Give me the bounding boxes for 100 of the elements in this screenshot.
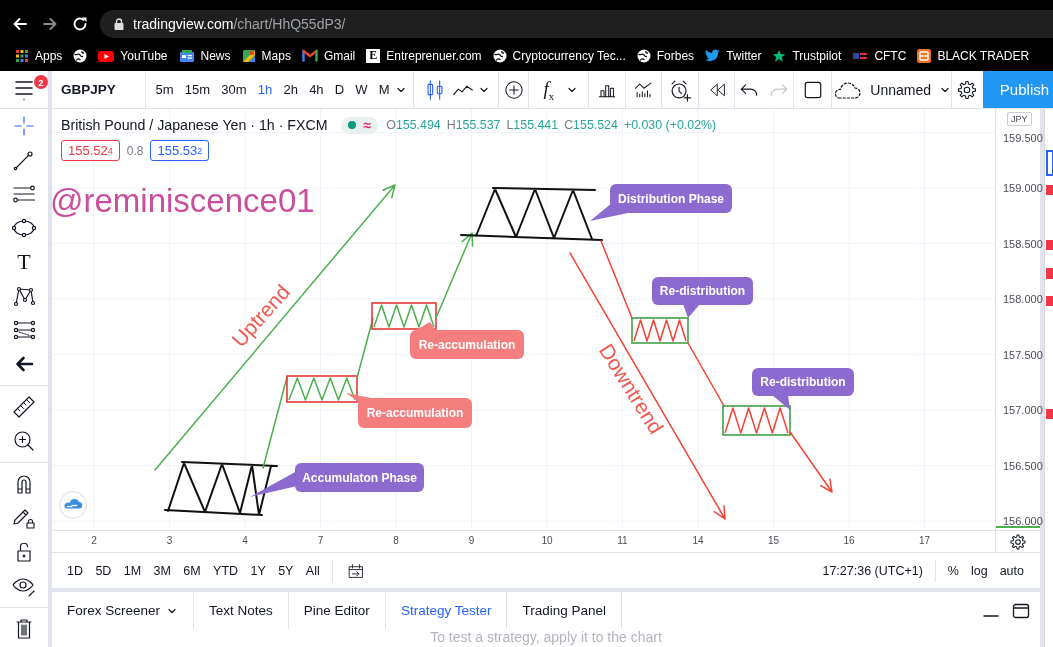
interval-button[interactable]: M (373, 82, 396, 97)
price-label: 157.500 (1003, 348, 1043, 361)
range-button[interactable]: YTD (213, 563, 239, 578)
maximize-icon[interactable] (1012, 601, 1030, 620)
bookmark-link[interactable] (73, 48, 88, 63)
range-button[interactable]: 5Y (278, 563, 294, 578)
time-label: 15 (767, 535, 780, 546)
bookmark-link[interactable]: Gmail (301, 48, 356, 63)
bookmark-link[interactable]: Twitter (705, 48, 762, 63)
interval-button[interactable]: D (329, 82, 350, 97)
price-label: 157.000 (1003, 404, 1043, 416)
chart-title: British Pound / Japanese Yen · 1h · FXCM (61, 117, 328, 133)
lock-icon (114, 17, 124, 30)
scale-button[interactable]: auto (999, 563, 1024, 578)
bird-icon (705, 49, 721, 62)
time-label: 4 (242, 535, 248, 546)
bookmark-link[interactable]: Maps (241, 48, 291, 63)
interval-button[interactable]: 4h (303, 82, 330, 97)
interval-button[interactable]: 1h (252, 82, 278, 97)
forward-icon[interactable] (42, 15, 58, 32)
range-button[interactable]: 3M (153, 563, 171, 578)
panel-tab[interactable]: Trading Panel (507, 592, 622, 629)
text-tool[interactable]: T (17, 250, 31, 274)
price-label: 159.500 (1003, 131, 1043, 144)
panel-tab[interactable]: Pine Editor (288, 592, 386, 629)
ohlc-value: H155.537 (446, 118, 501, 132)
time-label: 9 (468, 535, 475, 546)
reload-icon[interactable] (72, 15, 88, 32)
apps-grid-icon (15, 48, 29, 63)
globe-icon (73, 48, 88, 63)
bookmark-link[interactable]: BLACK TRADER (917, 48, 1030, 63)
bookmark-link[interactable]: CFTC (852, 48, 907, 63)
spread-value: 0.8 (126, 143, 144, 158)
bookmark-link[interactable]: Trustpilot (772, 48, 842, 63)
ohlc-value: O155.494 (386, 118, 441, 132)
tile-icon (917, 48, 932, 63)
time-label: 17 (918, 535, 931, 546)
buy-price-button[interactable]: 155.53$^{2}$ (150, 140, 210, 161)
trend-arrow (789, 431, 833, 493)
mail-icon (301, 49, 318, 62)
callout-label: Distribution Phase (590, 184, 732, 221)
cloud-logo-icon[interactable] (59, 491, 87, 519)
scale-button[interactable]: log (970, 563, 988, 578)
status-dot-icon (347, 121, 356, 129)
interval-button[interactable]: 15m (179, 82, 216, 97)
callout-label: Re-accumulation (410, 322, 524, 359)
range-button[interactable]: 1Y (250, 563, 266, 578)
time-label: 16 (843, 535, 855, 546)
ohlc-value: L155.441 (506, 118, 559, 132)
menu-icon[interactable] (15, 78, 33, 101)
star-icon (772, 48, 787, 63)
panel-tab[interactable]: Forex Screener (52, 592, 195, 629)
range-button[interactable]: 5D (95, 563, 112, 578)
interval-button[interactable]: W (349, 82, 374, 97)
range-button[interactable]: 1M (123, 563, 142, 578)
range-box (631, 317, 689, 344)
range-box (722, 405, 791, 436)
clock-label[interactable]: 17:27:36 (UTC+1) (822, 563, 923, 578)
letter-tile: E (366, 48, 381, 63)
bookmark-link[interactable]: YouTube (98, 48, 168, 63)
price-label: 156.000 (1003, 515, 1043, 527)
bookmark-link[interactable]: News (178, 48, 231, 63)
time-label: 7 (317, 535, 324, 546)
trend-line (687, 342, 725, 407)
panel-tab[interactable]: Strategy Tester (385, 592, 508, 629)
notification-badge: 2 (34, 75, 48, 89)
range-button[interactable]: 6M (183, 563, 201, 578)
price-label: 158.000 (1003, 293, 1043, 305)
interval-button[interactable]: 30m (215, 82, 253, 97)
time-label: 3 (166, 535, 173, 546)
sell-price-button[interactable]: 155.52$^{4}$ (61, 140, 120, 161)
bookmark-link[interactable]: E Entreprenuer.com (366, 48, 482, 63)
ohlc-value: C155.524 (564, 118, 618, 132)
indicators-button[interactable]: f$_{x}$ (539, 77, 559, 102)
status-symbol: ≈ (363, 117, 372, 133)
bookmark-link[interactable]: Apps (15, 48, 63, 63)
time-label: 14 (692, 535, 704, 546)
panel-tab[interactable]: Text Notes (194, 592, 289, 629)
range-button[interactable]: 1D (67, 563, 83, 578)
time-label: 8 (393, 535, 399, 546)
callout-label: Re-distribution (652, 277, 753, 318)
map-icon (241, 48, 256, 63)
time-label: 10 (541, 535, 553, 546)
settings-icon[interactable] (1009, 532, 1027, 551)
interval-button[interactable]: 5m (150, 82, 180, 97)
bookmark-link[interactable]: Cryptocurrency Tec... (492, 48, 626, 63)
symbol-button[interactable]: GBPJPY (52, 71, 145, 108)
address-field[interactable]: tradingview.com/chart/HhQ55dP3/ (100, 9, 1053, 38)
layout-button[interactable]: Unnamed (831, 71, 951, 108)
interval-button[interactable]: 2h (277, 82, 304, 97)
range-button[interactable]: All (305, 563, 320, 578)
price-label: 158.500 (1003, 237, 1043, 250)
price-label: 159.000 (1003, 182, 1043, 194)
bookmark-link[interactable]: Forbes (636, 48, 695, 63)
globe-icon (492, 48, 507, 63)
scale-button[interactable]: % (947, 563, 959, 578)
price-label: 156.500 (1003, 459, 1043, 472)
currency-label[interactable]: JPY (1007, 112, 1032, 126)
back-icon[interactable] (12, 15, 28, 32)
play-icon (98, 48, 115, 63)
